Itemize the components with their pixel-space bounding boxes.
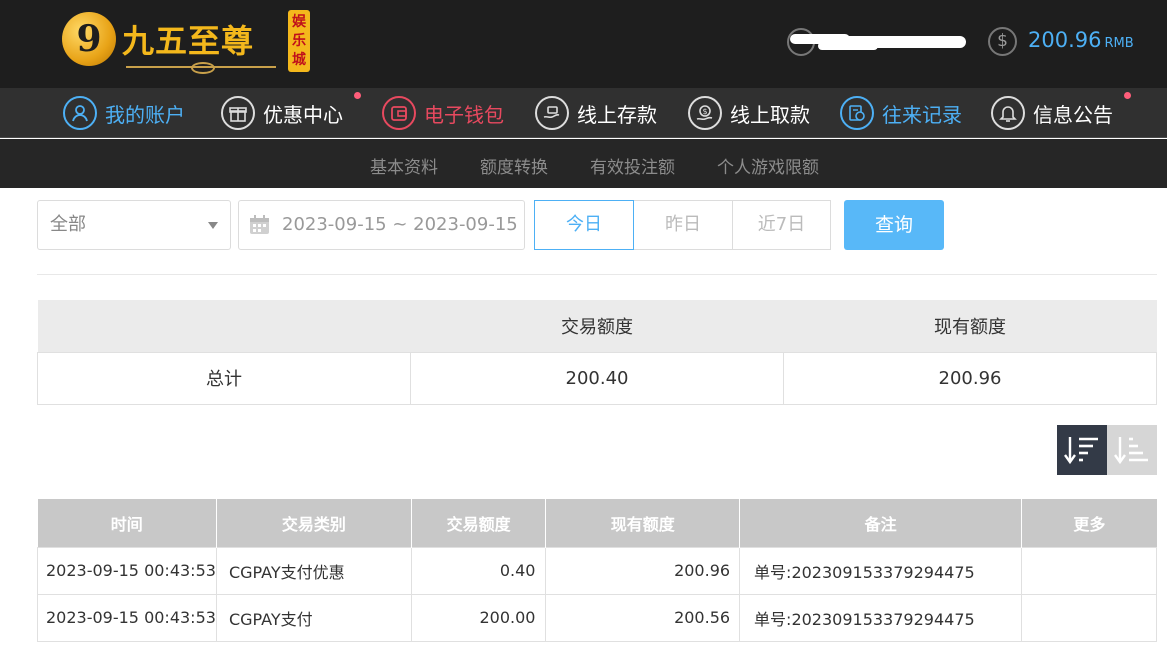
sort-desc-icon [1064,437,1098,465]
balance-unit: RMB [1104,36,1134,51]
nav-online-withdraw[interactable]: $ 线上取款 [688,94,810,132]
range-7days-button[interactable]: 近7日 [732,200,831,250]
top-header: 9 九五至尊 娱乐城 $ 200.96 RMB [0,0,1167,88]
summary-amount-cell: 200.40 [410,351,784,405]
nav-label: 线上取款 [730,102,810,127]
nav-label: 线上存款 [577,102,657,127]
wallet-icon [382,96,416,130]
cell-more[interactable] [1021,593,1157,642]
table-row: 2023-09-15 00:43:53 CGPAY支付 200.00 200.5… [37,593,1157,642]
nav-promotions[interactable]: 优惠中心 [221,94,343,132]
nav-label: 往来记录 [882,102,962,127]
logo-mark: 9 [62,12,116,66]
notification-dot [1124,92,1131,99]
table-header-row: 时间 交易类别 交易额度 现有额度 备注 更多 [37,499,1157,547]
cell-time: 2023-09-15 00:43:53 [37,593,217,642]
cell-type: CGPAY支付 [215,593,412,642]
column-header-note: 备注 [739,499,1023,547]
svg-text:$: $ [702,107,707,116]
user-icon [63,96,97,130]
calendar-icon [250,215,269,234]
bell-icon [991,96,1025,130]
cell-amount: 0.40 [410,546,547,595]
nav-transaction-records[interactable]: 往来记录 [840,94,962,132]
balance-display: 200.96 RMB [1028,28,1134,52]
nav-label: 我的账户 [105,102,185,127]
summary-table: 交易额度 现有额度 总计 200.40 200.96 [37,300,1157,405]
cell-balance: 200.96 [545,546,741,595]
nav-online-deposit[interactable]: 线上存款 [535,94,657,132]
sort-asc-icon [1114,437,1148,465]
summary-header-cell: 交易额度 [410,300,784,352]
balance-amount: 200.96 [1028,28,1102,52]
range-yesterday-button[interactable]: 昨日 [633,200,733,250]
username-redacted [790,30,966,52]
site-logo[interactable]: 9 九五至尊 娱乐城 [62,8,312,76]
cell-note: 单号:202309153379294475 [739,593,1023,642]
cell-amount: 200.00 [410,593,547,642]
nav-announcements[interactable]: 信息公告 [991,94,1113,132]
sort-asc-button[interactable] [1107,425,1157,475]
gift-icon [221,96,255,130]
table-row: 2023-09-15 00:43:53 CGPAY支付优惠 0.40 200.9… [37,546,1157,595]
summary-label-cell: 总计 [37,351,411,405]
nav-label: 电子钱包 [424,102,504,127]
subnav-valid-bets[interactable]: 有效投注额 [590,153,675,178]
divider [37,274,1157,275]
nav-my-account[interactable]: 我的账户 [63,94,185,132]
subnav-credit-transfer[interactable]: 额度转换 [480,153,548,178]
summary-header-cell [37,300,411,352]
summary-balance-cell: 200.96 [783,351,1157,405]
summary-total-row: 总计 200.40 200.96 [37,351,1157,405]
summary-header-cell: 现有额度 [783,300,1157,352]
logo-ornament [126,62,276,74]
cell-note: 单号:202309153379294475 [739,546,1023,595]
query-button[interactable]: 查询 [844,200,944,250]
column-header-balance: 现有额度 [545,499,741,547]
column-header-more: 更多 [1021,499,1157,547]
range-today-button[interactable]: 今日 [534,200,634,250]
transactions-table: 时间 交易类别 交易额度 现有额度 备注 更多 2023-09-15 00:43… [37,499,1157,642]
date-range-value: 2023-09-15 ~ 2023-09-15 [282,214,518,235]
logo-text: 九五至尊 [122,22,255,60]
category-selected-value: 全部 [50,214,86,235]
logo-tag: 娱乐城 [288,10,310,72]
summary-header-row: 交易额度 现有额度 [37,300,1157,352]
column-header-type: 交易类别 [216,499,412,547]
cell-type: CGPAY支付优惠 [215,546,412,595]
withdraw-icon: $ [688,96,722,130]
category-select[interactable]: 全部 [37,200,231,250]
subnav-game-limits[interactable]: 个人游戏限额 [717,153,819,178]
column-header-time: 时间 [37,499,217,547]
column-header-amount: 交易额度 [411,499,547,547]
nav-label: 优惠中心 [263,102,343,127]
sub-nav: 基本资料 额度转换 有效投注额 个人游戏限额 [0,139,1167,188]
nav-label: 信息公告 [1033,102,1113,127]
notification-dot [354,92,361,99]
records-icon [840,96,874,130]
cell-balance: 200.56 [545,593,741,642]
cell-more[interactable] [1021,546,1157,595]
cell-time: 2023-09-15 00:43:53 [37,546,217,595]
main-nav: 我的账户 优惠中心 电子钱包 线上存款 $ 线上取款 往来记录 信息公告 [0,88,1167,138]
sort-desc-button[interactable] [1057,425,1107,475]
nav-e-wallet[interactable]: 电子钱包 [382,94,504,132]
chevron-down-icon [208,222,218,229]
date-range-input[interactable]: 2023-09-15 ~ 2023-09-15 [238,200,525,250]
deposit-icon [535,96,569,130]
coin-icon: $ [988,27,1017,56]
subnav-basic-info[interactable]: 基本资料 [370,153,438,178]
